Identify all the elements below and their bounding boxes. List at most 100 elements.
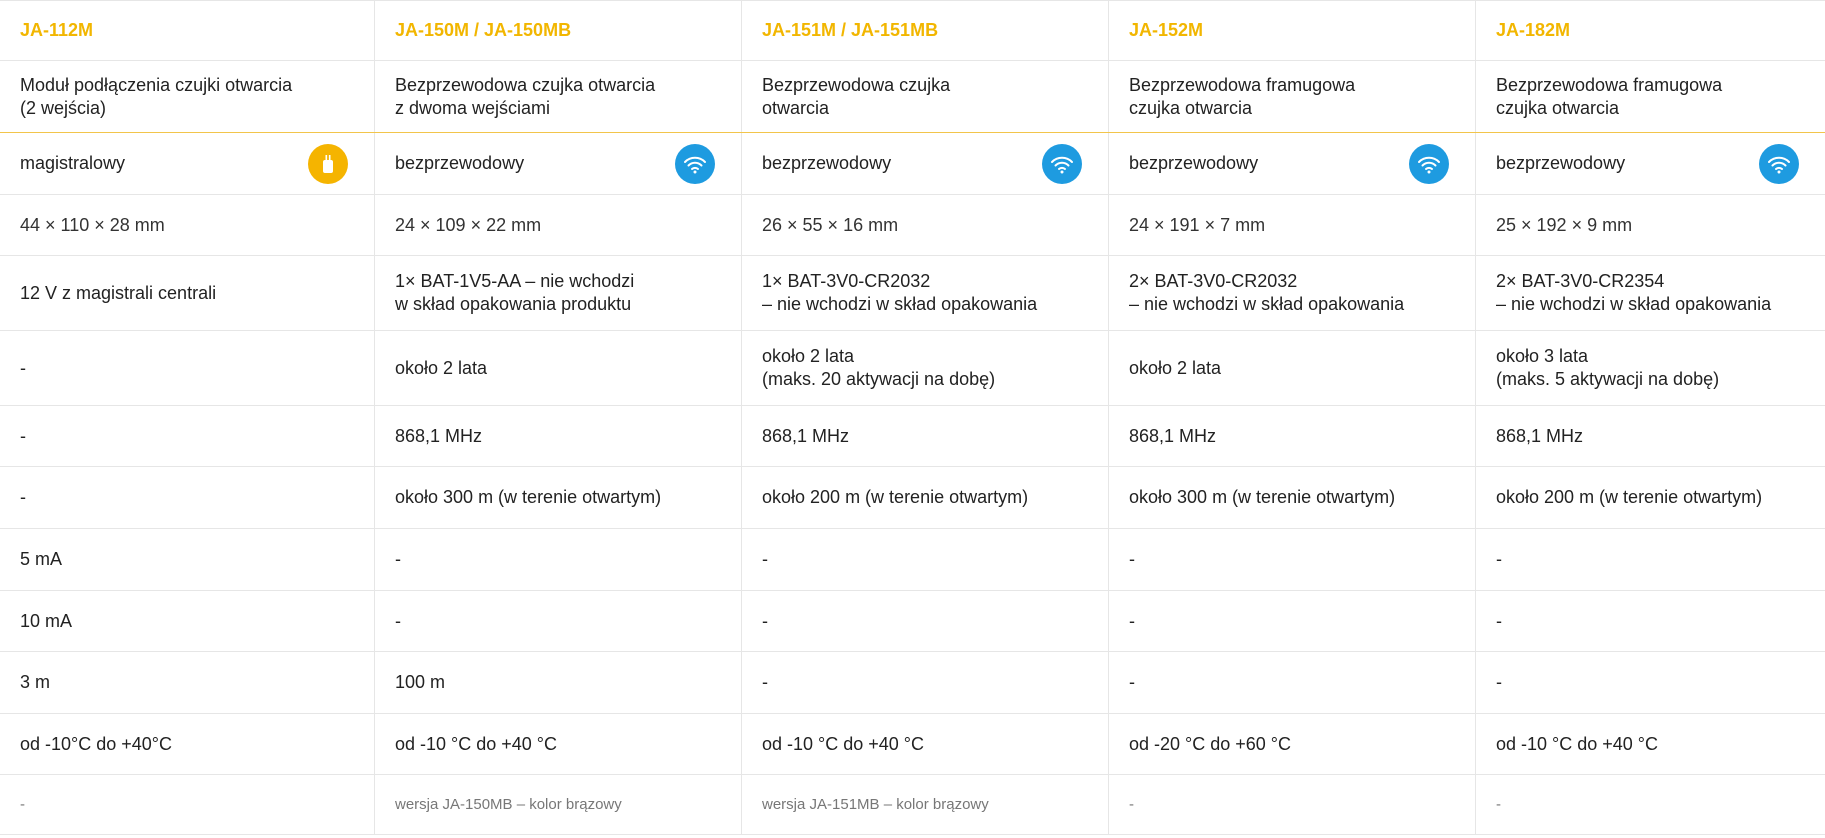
power-line: w skład opakowania produktu <box>395 294 632 314</box>
description-line: Bezprzewodowa framugowa <box>1129 74 1356 95</box>
cable-length-cell: 100 m <box>375 652 742 713</box>
note-cell: - <box>1109 775 1476 834</box>
connection-type-cell: bezprzewodowy <box>375 133 742 194</box>
description-line: czujka otwarcia <box>1496 97 1620 118</box>
model-name: JA-112M <box>0 1 375 60</box>
connection-type-label: magistralowy <box>20 153 126 173</box>
dimensions-cell: 26 × 55 × 16 mm <box>742 195 1109 255</box>
cable-length-cell: - <box>1109 652 1476 713</box>
frequency-cell: 868,1 MHz <box>375 406 742 466</box>
connection-type-cell: bezprzewodowy <box>1476 133 1825 194</box>
dimensions-row: 44 × 110 × 28 mm 24 × 109 × 22 mm 26 × 5… <box>0 195 1825 256</box>
frequency-cell: 868,1 MHz <box>1496 425 1584 446</box>
battery-life-cell: około 2 lata (maks. 20 aktywacji na dobę) <box>742 331 1109 405</box>
battery-life-cell: - <box>0 331 375 405</box>
description-line: (2 wejścia) <box>20 97 107 118</box>
note-cell: wersja JA-150MB – kolor brązowy <box>375 775 742 834</box>
alarm-current-cell: - <box>375 591 742 651</box>
alarm-current-row: 10 mA - - - - <box>0 591 1825 652</box>
battery-life-line: (maks. 5 aktywacji na dobę) <box>1496 369 1720 389</box>
description-cell: Bezprzewodowa czujka otwarcia <box>742 61 1109 132</box>
model-name: JA-152M <box>1109 1 1476 60</box>
battery-life-line: około 2 lata <box>762 346 855 366</box>
frequency-row: - 868,1 MHz 868,1 MHz 868,1 MHz 868,1 MH… <box>0 406 1825 467</box>
alarm-current-cell: - <box>1496 610 1502 631</box>
description-line: Bezprzewodowa framugowa <box>1496 74 1723 95</box>
temperature-cell: od -10 °C do +40 °C <box>742 714 1109 774</box>
power-cell: 1× BAT-1V5-AA – nie wchodzi w skład opako… <box>375 256 742 330</box>
range-cell: - <box>0 467 375 528</box>
battery-life-cell: około 3 lata (maks. 5 aktywacji na dobę) <box>1476 331 1825 405</box>
connection-type-label: bezprzewodowy <box>1129 153 1259 173</box>
power-cell: 12 V z magistrali centrali <box>0 256 375 330</box>
battery-life-row: - około 2 lata około 2 lata (maks. 20 akt… <box>0 331 1825 406</box>
power-line: – nie wchodzi w skład opakowania <box>762 294 1038 314</box>
standby-current-cell: - <box>375 529 742 590</box>
battery-life-cell: około 2 lata <box>1109 331 1476 405</box>
alarm-current-cell: 10 mA <box>0 591 375 651</box>
frequency-cell: - <box>0 406 375 466</box>
bus-wired-icon <box>308 143 348 184</box>
power-cell: 1× BAT-3V0-CR2032 – nie wchodzi w skład o… <box>742 256 1109 330</box>
power-line: 1× BAT-1V5-AA – nie wchodzi <box>395 271 635 291</box>
power-cell: 2× BAT-3V0-CR2032 – nie wchodzi w skład o… <box>1109 256 1476 330</box>
standby-current-cell: - <box>1496 549 1502 569</box>
power-line: 2× BAT-3V0-CR2032 <box>1129 271 1298 291</box>
connection-type-cell: bezprzewodowy <box>742 133 1109 194</box>
dimensions-cell: 25 × 192 × 9 mm <box>1496 214 1633 235</box>
alarm-current-cell: - <box>742 591 1109 651</box>
battery-life-line: około 2 lata <box>1129 357 1222 378</box>
power-supply-row: 12 V z magistrali centrali 1× BAT-1V5-AA… <box>0 256 1825 331</box>
cable-length-cell: - <box>742 652 1109 713</box>
temperature-row: od -10°C do +40°C od -10 °C do +40 °C od… <box>0 714 1825 775</box>
alarm-current-cell: - <box>1109 591 1476 651</box>
connection-type-row: magistralowy bezprzewodowy bezprzewodowy… <box>0 133 1825 195</box>
wireless-icon <box>1409 143 1449 184</box>
range-cell: około 200 m (w terenie otwartym) <box>742 467 1109 528</box>
description-cell: Bezprzewodowa czujka otwarcia z dwoma wej… <box>375 61 742 132</box>
battery-life-cell: około 2 lata <box>375 331 742 405</box>
wireless-icon <box>675 143 715 184</box>
battery-life-line: około 2 lata <box>395 357 488 378</box>
note-cell: - <box>0 775 375 834</box>
description-line: czujka otwarcia <box>1129 97 1253 118</box>
power-line: 12 V z magistrali centrali <box>20 282 217 303</box>
standby-current-cell: - <box>1109 529 1476 590</box>
description-line: z dwoma wejściami <box>395 97 551 118</box>
range-cell: około 200 m (w terenie otwartym) <box>1496 487 1763 507</box>
battery-life-line: - <box>20 357 26 378</box>
note-cell: - <box>1496 796 1501 813</box>
range-cell: około 300 m (w terenie otwartym) <box>1109 467 1476 528</box>
description-line: Moduł podłączenia czujki otwarcia <box>20 74 293 95</box>
battery-life-line: około 3 lata <box>1496 346 1589 366</box>
range-cell: około 300 m (w terenie otwartym) <box>375 467 742 528</box>
power-line: 2× BAT-3V0-CR2354 <box>1496 271 1665 291</box>
connection-type-label: bezprzewodowy <box>1496 153 1626 173</box>
description-row: Moduł podłączenia czujki otwarcia (2 wejś… <box>0 61 1825 133</box>
cable-length-row: 3 m 100 m - - - <box>0 652 1825 714</box>
model-name: JA-182M <box>1496 20 1571 40</box>
standby-current-cell: - <box>742 529 1109 590</box>
power-line: – nie wchodzi w skład opakowania <box>1496 294 1772 314</box>
standby-current-cell: 5 mA <box>0 529 375 590</box>
description-line: Bezprzewodowa czujka <box>762 74 951 95</box>
note-cell: wersja JA-151MB – kolor brązowy <box>742 775 1109 834</box>
range-row: - około 300 m (w terenie otwartym) około… <box>0 467 1825 529</box>
model-name: JA-151M / JA-151MB <box>742 1 1109 60</box>
note-row: - wersja JA-150MB – kolor brązowy wersja… <box>0 775 1825 835</box>
connection-type-cell: bezprzewodowy <box>1109 133 1476 194</box>
frequency-cell: 868,1 MHz <box>742 406 1109 466</box>
description-line: Bezprzewodowa czujka otwarcia <box>395 74 656 95</box>
temperature-cell: od -20 °C do +60 °C <box>1109 714 1476 774</box>
frequency-cell: 868,1 MHz <box>1109 406 1476 466</box>
cable-length-cell: - <box>1496 672 1502 692</box>
power-line: 1× BAT-3V0-CR2032 <box>762 271 931 291</box>
temperature-cell: od -10 °C do +40 °C <box>375 714 742 774</box>
power-cell: 2× BAT-3V0-CR2354 – nie wchodzi w skład o… <box>1476 256 1825 330</box>
product-comparison-table: JA-112M JA-150M / JA-150MB JA-151M / JA-… <box>0 0 1825 835</box>
cable-length-cell: 3 m <box>0 652 375 713</box>
connection-type-cell: magistralowy <box>0 133 375 194</box>
description-line: otwarcia <box>762 97 830 118</box>
wireless-icon <box>1759 143 1799 184</box>
temperature-cell: od -10°C do +40°C <box>0 714 375 774</box>
